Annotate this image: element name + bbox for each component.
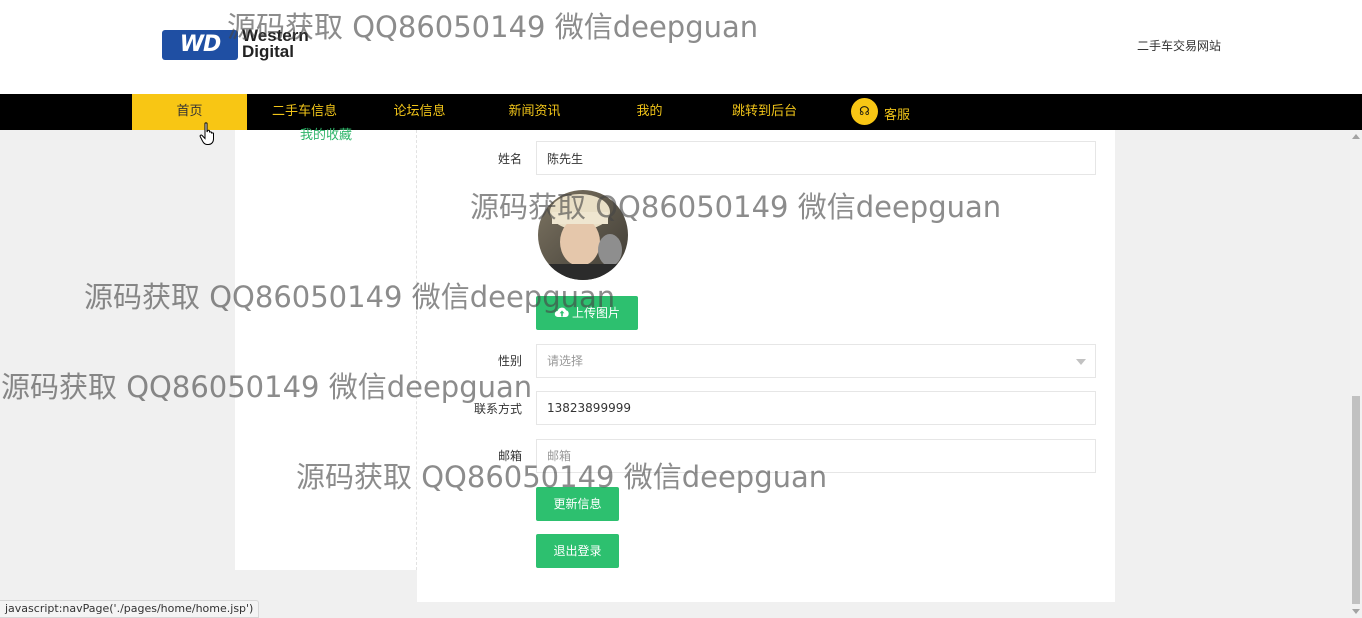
gender-select-value: 请选择	[547, 354, 584, 368]
scroll-up-icon[interactable]	[1352, 134, 1360, 139]
header: WD Western Digital 二手车交易网站	[0, 0, 1362, 94]
phone-input[interactable]	[536, 391, 1096, 425]
avatar	[538, 190, 628, 280]
sidebar-item-favorites[interactable]: 我的收藏	[235, 124, 417, 143]
chevron-down-icon	[1076, 359, 1086, 365]
hand-cursor-icon	[199, 122, 217, 146]
western-digital-logo[interactable]: WD Western Digital	[162, 27, 332, 62]
email-label: 邮箱	[497, 449, 522, 463]
logo-words: Western Digital	[242, 27, 309, 61]
headset-icon[interactable]: ☊	[851, 98, 878, 125]
nav-item-news[interactable]: 新闻资讯	[477, 94, 592, 130]
logo-word-digital: Digital	[242, 42, 294, 61]
name-label: 姓名	[497, 152, 522, 166]
name-input[interactable]	[536, 141, 1096, 175]
link-status-bar: javascript:navPage('./pages/home/home.js…	[0, 600, 260, 618]
upload-image-button[interactable]: 上传图片	[536, 296, 638, 330]
site-name: 二手车交易网站	[1137, 39, 1222, 53]
vertical-scrollbar[interactable]	[1350, 130, 1362, 618]
logout-button[interactable]: 退出登录	[536, 534, 619, 568]
logo-badge: WD	[162, 30, 238, 60]
phone-label: 联系方式	[473, 402, 522, 416]
sidebar: 我的收藏	[235, 128, 417, 570]
nav-item-customer-service[interactable]: 客服	[880, 98, 914, 134]
nav-item-home[interactable]: 首页	[132, 94, 247, 130]
email-input[interactable]	[536, 439, 1096, 473]
scroll-down-icon[interactable]	[1352, 609, 1360, 614]
update-info-button[interactable]: 更新信息	[536, 487, 619, 521]
upload-image-label: 上传图片	[571, 306, 620, 320]
gender-select[interactable]: 请选择	[536, 344, 1096, 378]
nav-item-admin[interactable]: 跳转到后台	[707, 94, 822, 130]
scrollbar-thumb[interactable]	[1352, 396, 1360, 604]
cloud-upload-icon	[554, 297, 570, 331]
gender-label: 性别	[497, 354, 522, 368]
nav-item-mine[interactable]: 我的	[592, 94, 707, 130]
